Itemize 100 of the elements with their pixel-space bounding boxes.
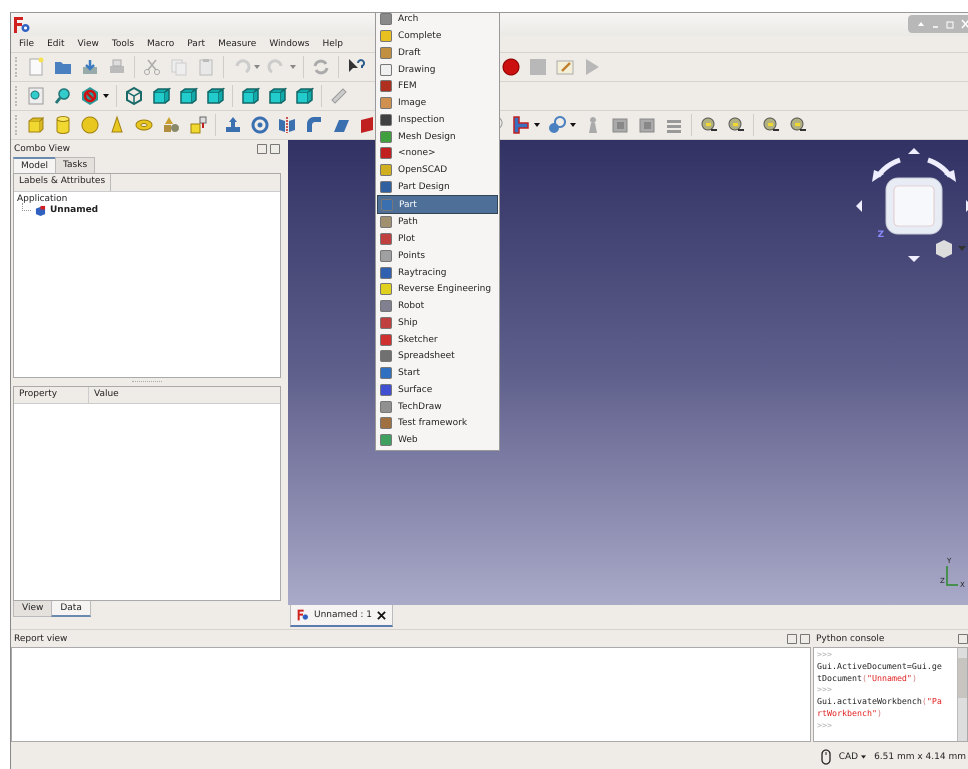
workbench-icon <box>380 250 392 262</box>
shape-builder-icon[interactable] <box>188 115 208 135</box>
caret-icon[interactable] <box>570 123 576 127</box>
console-line: tDocument("Unnamed") <box>817 672 918 684</box>
workbench-icon <box>380 147 392 160</box>
prohibited-icon[interactable] <box>80 86 100 106</box>
panel-tab[interactable]: Model <box>13 157 56 173</box>
menu-item[interactable]: Windows <box>269 39 310 49</box>
workbench-menu-item[interactable]: Web <box>377 432 498 448</box>
menu-item[interactable]: File <box>19 39 34 49</box>
caret-icon[interactable] <box>861 754 866 758</box>
workbench-icon <box>381 198 393 211</box>
panel-tab[interactable]: Data <box>51 601 91 617</box>
cube-icon[interactable] <box>151 86 171 106</box>
workbench-menu-item[interactable]: Start <box>377 364 498 382</box>
cube-icon[interactable] <box>178 86 198 106</box>
workbench-menu-item[interactable]: Raytracing <box>377 264 498 281</box>
section-icon[interactable] <box>511 115 531 135</box>
workbench-menu-item[interactable]: Surface <box>377 382 498 398</box>
workbench-menu-item[interactable]: Image <box>377 94 498 112</box>
tree-item[interactable]: Application <box>14 192 280 204</box>
menu-item[interactable]: Macro <box>147 39 174 49</box>
mirror-icon[interactable] <box>277 115 297 135</box>
zoom-document-icon[interactable] <box>26 86 46 106</box>
workbench-icon <box>380 417 392 430</box>
workbench-menu-item[interactable]: Part <box>377 195 498 214</box>
revolve-icon[interactable] <box>250 115 270 135</box>
menu-item[interactable]: View <box>78 39 99 49</box>
workbench-icon <box>380 64 392 76</box>
console-line: rtWorkbench") <box>817 708 883 720</box>
float-icon[interactable] <box>257 144 267 154</box>
caret-icon[interactable] <box>103 94 109 98</box>
cube-icon[interactable] <box>267 86 287 106</box>
workbench-icon <box>380 266 392 279</box>
workbench-menu-item[interactable]: Sketcher <box>377 331 498 348</box>
cut-icon[interactable] <box>142 57 162 77</box>
console-line: Gui.activateWorkbench("Pa <box>817 696 943 708</box>
workbench-icon <box>380 216 392 228</box>
cube-icon[interactable] <box>205 86 225 106</box>
workbench-menu-item[interactable]: Test framework <box>377 415 498 432</box>
float-icon[interactable] <box>787 634 797 644</box>
workbench-menu-item[interactable]: OpenSCAD <box>377 162 498 178</box>
column-header[interactable]: Property <box>14 387 89 403</box>
menu-item[interactable]: Tools <box>112 39 134 49</box>
workbench-icon <box>380 434 392 446</box>
cube-icon[interactable] <box>294 86 314 106</box>
workbench-menu-item[interactable]: <none> <box>377 145 498 162</box>
workbench-menu-item[interactable]: TechDraw <box>377 398 498 415</box>
shapes-icon[interactable] <box>161 115 181 135</box>
workbench-menu-item[interactable]: Draft <box>377 44 498 62</box>
cube-icon[interactable] <box>240 86 260 106</box>
extrude-icon[interactable] <box>223 115 243 135</box>
panel-tab[interactable]: Tasks <box>55 157 96 173</box>
document-tab[interactable]: Unnamed : 1 <box>290 605 394 627</box>
menu-item[interactable]: Part <box>187 39 206 49</box>
ruler-icon[interactable] <box>329 86 349 106</box>
workbench-menu-item[interactable]: Spreadsheet <box>377 348 498 365</box>
workbench-menu-item[interactable]: Plot <box>377 230 498 248</box>
workbench-menu-item[interactable]: Inspection <box>377 112 498 128</box>
menu-item[interactable]: Measure <box>218 39 256 49</box>
workbench-menu-item[interactable]: Robot <box>377 298 498 314</box>
panel-tab[interactable]: View <box>13 601 52 617</box>
navigation-style-dropdown[interactable]: CAD <box>838 752 866 762</box>
float-icon[interactable] <box>958 634 968 644</box>
scrollbar[interactable] <box>957 648 967 741</box>
report-output-area[interactable] <box>11 647 811 742</box>
refresh-icon[interactable] <box>311 57 331 77</box>
column-header[interactable]: Value <box>89 387 280 403</box>
workbench-icon <box>380 30 392 42</box>
record-icon[interactable] <box>501 57 521 77</box>
wireframe-cube-icon[interactable] <box>124 86 144 106</box>
workbench-icon <box>380 316 392 329</box>
workbench-menu-item[interactable]: Complete <box>377 28 498 44</box>
menu-item[interactable]: Edit <box>47 39 64 49</box>
window-buttons-drawing[interactable] <box>916 19 968 29</box>
workbench-menu-item[interactable]: Arch <box>377 13 498 28</box>
workbench-icon <box>380 367 392 380</box>
workbench-menu-item[interactable]: Drawing <box>377 61 498 78</box>
axis-label: Z <box>877 230 884 240</box>
workbench-menu-item[interactable]: Path <box>377 214 498 231</box>
caret-icon[interactable] <box>534 123 540 127</box>
workbench-menu-item[interactable]: Points <box>377 248 498 264</box>
workbench-menu-item[interactable]: FEM <box>377 78 498 95</box>
workbench-icon <box>380 334 392 346</box>
menu-item[interactable]: Help <box>322 39 344 49</box>
workbench-menu-item[interactable]: Ship <box>377 314 498 332</box>
document-icon <box>35 204 46 216</box>
window-controls[interactable] <box>908 15 968 33</box>
workbench-icon <box>380 114 392 126</box>
curved-surface-icon[interactable] <box>304 115 324 135</box>
close-icon[interactable] <box>377 610 386 620</box>
tree-item[interactable]: Unnamed <box>50 205 98 215</box>
workbench-icon <box>380 46 392 59</box>
workbench-menu-item[interactable]: Part Design <box>377 178 498 196</box>
console-area[interactable]: >>> Gui.ActiveDocument=Gui.ge tDocument("Unnamed") >>> Gui.activateWorkbench("Pa rtWorkbench") >>> <box>813 647 968 742</box>
app-logo-icon <box>297 609 309 621</box>
save-icon[interactable] <box>80 57 100 77</box>
cube-icon[interactable] <box>26 115 46 135</box>
sphere-icon[interactable] <box>80 115 100 135</box>
workbench-menu-item[interactable]: Reverse Engineering <box>377 281 498 298</box>
